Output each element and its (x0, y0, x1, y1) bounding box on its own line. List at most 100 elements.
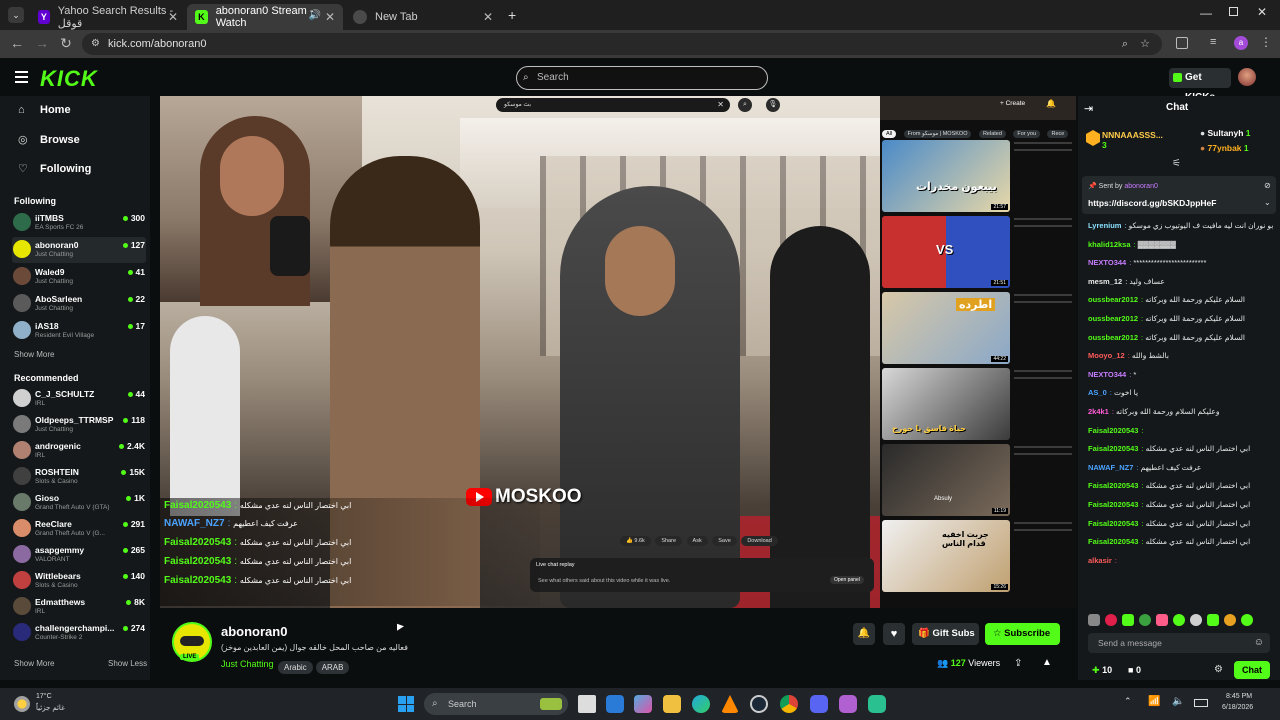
chat-username[interactable]: Faisal2020543 (1088, 519, 1138, 528)
follow-heart-button[interactable]: ♥ (883, 623, 905, 645)
tag-chip[interactable]: ARAB (315, 661, 350, 674)
profile-avatar[interactable]: a (1234, 36, 1248, 50)
weather-icon[interactable] (14, 696, 30, 712)
address-bar[interactable]: ⚙ kick.com/abonoran0 ⌕ ☆ (82, 33, 1162, 55)
copilot-icon[interactable] (634, 695, 652, 713)
chat-username[interactable]: Faisal2020543 (1088, 500, 1138, 509)
app-icon[interactable] (868, 695, 886, 713)
recommended-channel[interactable]: Oldpeeps_TTRMSP Just Chatting 118 (12, 412, 146, 438)
chat-username[interactable]: oussbear2012 (1088, 314, 1138, 323)
discord-icon[interactable] (810, 695, 828, 713)
close-tab-icon[interactable]: ✕ (325, 10, 335, 24)
chat-username[interactable]: Faisal2020543 (1088, 444, 1138, 453)
bookmark-star-icon[interactable]: ☆ (1140, 33, 1150, 55)
user-avatar[interactable] (1238, 68, 1256, 86)
emote-icon[interactable] (1241, 614, 1253, 626)
kick-search-input[interactable]: ⌕ Search (516, 66, 768, 90)
site-info-icon[interactable]: ⚙ (91, 33, 100, 55)
recommended-channel[interactable]: androgenic IRL 2.4K (12, 438, 146, 464)
notification-bell-button[interactable]: 🔔 (853, 623, 875, 645)
nav-home[interactable]: ⌂ Home (18, 104, 71, 116)
chat-username[interactable]: oussbear2012 (1088, 333, 1138, 342)
vlc-icon[interactable] (721, 695, 739, 713)
emote-icon[interactable] (1139, 614, 1151, 626)
hamburger-menu-icon[interactable] (15, 71, 28, 83)
points-balance[interactable]: ■ 0 (1128, 665, 1141, 675)
get-kicks-button[interactable]: Get KICKs (1169, 68, 1231, 103)
chat-username[interactable]: NEXTO344 (1088, 258, 1126, 267)
collapse-chat-icon[interactable]: ⇥ (1084, 102, 1093, 115)
nav-following[interactable]: ♡ Following (18, 162, 91, 175)
chat-username[interactable]: Faisal2020543 (1088, 481, 1138, 490)
clock-date[interactable]: 6/18/2026 (1222, 704, 1253, 711)
reload-icon[interactable]: ↻ (57, 35, 75, 52)
browser-tab-yahoo[interactable]: Y Yahoo Search Results - قوقل ✕ (30, 4, 186, 30)
emote-icon[interactable] (1122, 614, 1134, 626)
show-more-recommended[interactable]: Show More (14, 659, 54, 668)
close-tab-icon[interactable]: ✕ (168, 10, 178, 24)
volume-icon[interactable]: 🔈 (1172, 696, 1184, 707)
streamer-name[interactable]: abonoran0 (221, 624, 287, 639)
chat-username[interactable]: khalid12ksa (1088, 240, 1131, 249)
send-chat-button[interactable]: Chat (1234, 661, 1270, 679)
chat-username[interactable]: oussbear2012 (1088, 295, 1138, 304)
kicks-balance[interactable]: ✚ 10 (1092, 665, 1112, 676)
browser-tab-newtab[interactable]: New Tab ✕ (345, 4, 501, 30)
taskbar-search[interactable]: ⌕ Search (424, 693, 568, 715)
clock-time[interactable]: 8:45 PM (1226, 693, 1252, 700)
following-channel[interactable]: iiTMBS EA Sports FC 26 300 (12, 210, 146, 236)
emote-icon[interactable] (1190, 614, 1202, 626)
maximize-icon[interactable] (1229, 7, 1238, 16)
zoom-icon[interactable]: ⌕ (1122, 33, 1128, 55)
chat-settings-icon[interactable]: ⚙ (1214, 664, 1223, 675)
share-icon[interactable]: ⇪ (1014, 658, 1022, 669)
chat-username[interactable]: Lyrenium (1088, 221, 1121, 230)
chat-username[interactable]: mesm_12 (1088, 277, 1122, 286)
steam-icon[interactable] (750, 695, 768, 713)
pinned-link[interactable]: https://discord.gg/bSKDJppHeF (1088, 198, 1216, 208)
show-less-recommended[interactable]: Show Less (108, 659, 147, 668)
chat-username[interactable]: NEXTO344 (1088, 370, 1126, 379)
following-channel[interactable]: iAS18 Resident Evil Village 17 (12, 318, 146, 344)
video-player[interactable]: بث موسكو ✕ ⌕ 🎙 + Create 🔔 All From موسكو… (160, 96, 1076, 608)
tray-expand-icon[interactable]: ⌃ (1124, 696, 1132, 707)
emote-icon[interactable] (1173, 614, 1185, 626)
wifi-icon[interactable]: 📶 (1148, 696, 1160, 707)
chat-username[interactable]: Faisal2020543 (1088, 537, 1138, 546)
chat-input[interactable]: Send a message ☺ (1088, 633, 1270, 653)
following-channel[interactable]: AboSarleen Just Chatting 22 (12, 291, 146, 317)
edge-icon[interactable] (692, 695, 710, 713)
recommended-channel[interactable]: Edmatthews IRL 8K (12, 594, 146, 620)
nav-browse[interactable]: ◎ Browse (18, 133, 80, 146)
recommended-channel[interactable]: ROSHTEIN Slots & Casino 15K (12, 464, 146, 490)
tag-chip[interactable]: Arabic (278, 661, 313, 674)
pinned-message[interactable]: 📌 Sent by abonoran0 https://discord.gg/b… (1082, 176, 1276, 214)
report-icon[interactable]: ▲ (1042, 657, 1052, 668)
emote-icon[interactable] (1224, 614, 1236, 626)
emote-icon[interactable] (1088, 614, 1100, 626)
speaker-icon[interactable]: 🔊 (309, 10, 321, 21)
subscribe-button[interactable]: ☆ Subscribe (985, 623, 1060, 645)
chevron-down-icon[interactable]: ⌄ (1264, 198, 1271, 207)
chat-username[interactable]: NAWAF_NZ7 (1088, 463, 1133, 472)
recommended-channel[interactable]: challengerchampi... Counter-Strike 2 274 (12, 620, 146, 646)
media-control-icon[interactable]: ≡ (1210, 36, 1216, 48)
chrome-icon[interactable] (780, 695, 798, 713)
emoji-picker-icon[interactable]: ☺ (1254, 633, 1264, 653)
gift-subs-button[interactable]: 🎁 Gift Subs (912, 623, 979, 645)
recommended-channel[interactable]: Wittlebears Slots & Casino 140 (12, 568, 146, 594)
minimize-icon[interactable]: — (1200, 6, 1212, 20)
browser-tab-kick[interactable]: K abonoran0 Stream - Watch 🔊 ✕ (187, 4, 343, 30)
widgets-icon[interactable] (606, 695, 624, 713)
chrome-profile-icon[interactable] (839, 695, 857, 713)
unpin-icon[interactable]: ⊘ (1264, 181, 1271, 190)
close-tab-icon[interactable]: ✕ (483, 10, 493, 24)
following-channel[interactable]: Waled9 Just Chatting 41 (12, 264, 146, 290)
close-window-icon[interactable]: ✕ (1257, 5, 1267, 19)
start-button[interactable] (398, 696, 414, 712)
stream-category[interactable]: Just Chatting (221, 659, 274, 669)
emote-icon[interactable] (1156, 614, 1168, 626)
recommended-channel[interactable]: asapgemmy VALORANT 265 (12, 542, 146, 568)
new-tab-icon[interactable]: + (508, 7, 516, 23)
filter-icon[interactable]: ⚟ (1172, 158, 1181, 169)
